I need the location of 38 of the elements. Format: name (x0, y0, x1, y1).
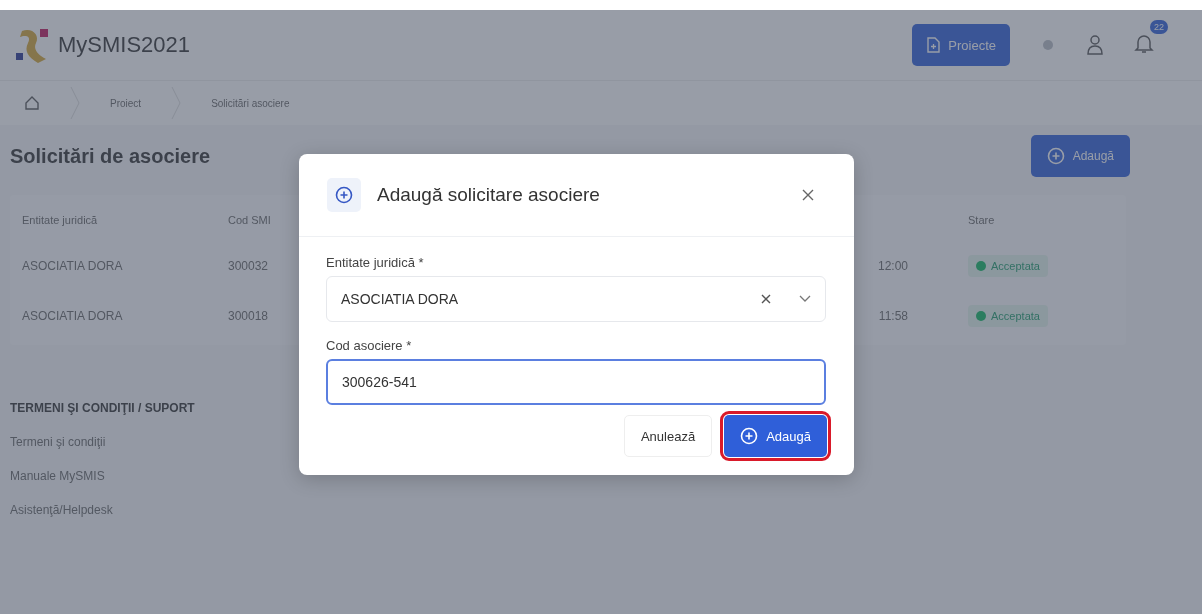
footer-link[interactable]: Termeni şi condiţii (10, 435, 106, 449)
clear-icon[interactable] (761, 294, 771, 304)
table-cell-text: ASOCIATIA DORA (22, 309, 124, 323)
app-title: MySMIS2021 (58, 32, 191, 58)
add-icon (335, 186, 353, 204)
user-icon[interactable] (1086, 34, 1104, 56)
chevron-down-icon[interactable] (799, 295, 811, 303)
projects-button[interactable]: Proiecte (912, 24, 1010, 66)
field-label: Entitate juridică * (326, 255, 425, 270)
document-icon (926, 37, 941, 53)
add-icon (1046, 147, 1065, 165)
footer-link[interactable]: Manuale MySMIS (10, 469, 105, 483)
column-header: Cod SMI (228, 214, 272, 226)
input-field[interactable]: 300626-541 (326, 359, 826, 405)
footer-link[interactable]: Asistenţă/Helpdesk (10, 503, 113, 517)
close-icon[interactable] (802, 189, 814, 201)
status-text: Acceptata (991, 310, 1040, 322)
add-button[interactable]: Adaugă (1030, 135, 1130, 177)
page-title: Solicitări de asociere (10, 144, 211, 168)
dialog-title: Adaugă solicitare asociere (377, 184, 601, 206)
table-cell: 11:58 (878, 309, 908, 323)
breadcrumb-link[interactable]: Solicitări asociere (211, 97, 290, 109)
status-text: Acceptata (991, 260, 1040, 272)
add-icon (740, 427, 759, 445)
table-cell-text: ASOCIATIA DORA (22, 259, 124, 273)
column-header: Stare (968, 214, 996, 226)
home-icon[interactable] (24, 95, 40, 111)
field-label: Cod asociere * (326, 338, 413, 353)
select-field[interactable]: ASOCIATIA DORA (326, 276, 826, 322)
column-header: Entitate juridică (22, 214, 99, 226)
table-cell-text: 300018 (228, 309, 270, 323)
cancel-button[interactable]: Anulează (623, 415, 713, 457)
notification-badge: 22 (1150, 20, 1168, 34)
table-cell-text: 300032 (228, 259, 270, 273)
table-cell: 12:00 (877, 259, 908, 273)
footer-heading: TERMENI ŞI CONDIŢII / SUPORT (10, 401, 195, 415)
breadcrumb-link[interactable]: Proiect (110, 97, 142, 109)
bell-icon[interactable] (1134, 32, 1154, 54)
